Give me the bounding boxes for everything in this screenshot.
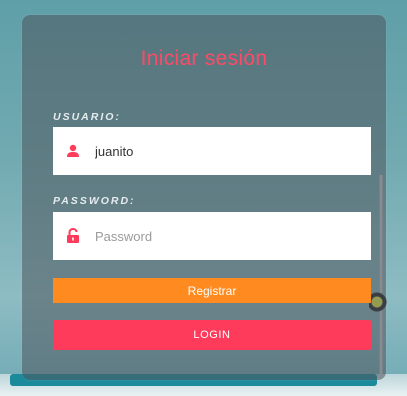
username-input[interactable] bbox=[95, 127, 371, 175]
login-button[interactable]: LOGIN bbox=[53, 320, 371, 350]
username-label: USUARIO: bbox=[53, 111, 121, 123]
password-label: PASSWORD: bbox=[53, 195, 136, 207]
register-button[interactable]: Registrar bbox=[53, 278, 371, 303]
username-field[interactable] bbox=[53, 127, 371, 175]
password-input[interactable] bbox=[95, 212, 371, 260]
password-field[interactable] bbox=[53, 212, 371, 260]
login-card: Iniciar sesión USUARIO: PASSWORD: Regist… bbox=[22, 15, 386, 380]
unlock-icon bbox=[65, 228, 81, 244]
login-title: Iniciar sesión bbox=[140, 47, 268, 70]
user-icon bbox=[65, 143, 81, 159]
